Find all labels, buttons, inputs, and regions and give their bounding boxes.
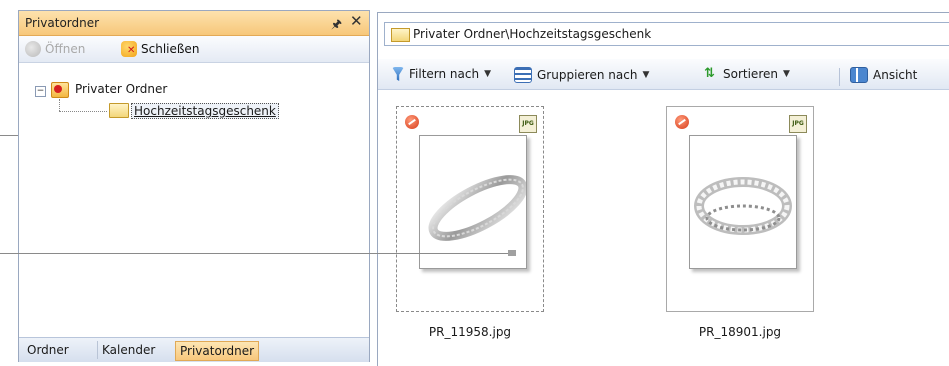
chevron-down-icon: ▼	[782, 69, 790, 79]
group-label: Gruppieren nach	[537, 68, 638, 82]
tab-calendar[interactable]: Kalender	[97, 341, 159, 359]
chevron-down-icon: ▼	[484, 69, 492, 79]
chevron-down-icon: ▼	[642, 70, 650, 80]
filter-icon	[392, 67, 404, 81]
path-text: Privater Ordner\Hochzeitstagsgeschenk	[413, 27, 652, 41]
tree-connector-horizontal	[59, 111, 107, 112]
filter-button[interactable]: Filtern nach ▼	[392, 67, 491, 81]
view-label: Ansicht	[873, 68, 918, 82]
toolbar-separator	[839, 68, 840, 86]
path-bar[interactable]: Privater Ordner\Hochzeitstagsgeschenk	[384, 22, 949, 46]
open-button[interactable]: Öffnen	[25, 41, 85, 57]
sort-label: Sortieren	[723, 67, 778, 81]
sort-button[interactable]: ⇅ Sortieren ▼	[704, 66, 790, 82]
thumbnail-item[interactable]: JPG PR_11958.jpg	[396, 106, 544, 339]
panel-toolbar: Öffnen Schließen	[19, 36, 369, 63]
close-icon[interactable]: ✕	[350, 12, 363, 30]
group-button[interactable]: Gruppieren nach ▼	[514, 67, 649, 83]
thumbnail-item[interactable]: JPG PR_18901.jpg	[666, 106, 814, 339]
panel-tabs: Ordner Kalender Privatordner	[19, 337, 369, 362]
ring-photo	[689, 135, 797, 269]
content-toolbar: Filtern nach ▼ Gruppieren nach ▼ ⇅ Sorti…	[378, 59, 949, 90]
jpg-file-icon: JPG	[789, 115, 807, 133]
close-folder-label: Schließen	[141, 42, 200, 56]
open-label: Öffnen	[45, 42, 86, 56]
filter-label: Filtern nach	[409, 67, 480, 81]
callout-marker-2	[508, 250, 516, 256]
group-icon	[514, 67, 532, 83]
thumbnail-caption: PR_11958.jpg	[428, 325, 512, 339]
ring-photo	[419, 135, 528, 269]
panel-title: Privatordner	[25, 16, 100, 30]
close-folder-icon	[121, 41, 137, 57]
collapse-toggle[interactable]: −	[35, 86, 46, 97]
open-icon	[25, 41, 41, 57]
view-button[interactable]: Ansicht	[850, 67, 917, 83]
tree-connector-vertical	[59, 99, 60, 111]
blocked-icon	[675, 115, 689, 129]
folder-content-panel: Privater Ordner\Hochzeitstagsgeschenk Fi…	[377, 12, 949, 366]
tab-folders[interactable]: Ordner	[23, 341, 73, 359]
folder-icon	[109, 103, 129, 118]
close-folder-button[interactable]: Schließen	[121, 41, 199, 57]
jpg-file-icon: JPG	[519, 115, 537, 133]
view-icon	[850, 67, 868, 83]
folder-icon	[391, 28, 410, 42]
ring-image	[694, 177, 792, 235]
pin-icon[interactable]: 🖈	[331, 15, 342, 36]
panel-title-bar: Privatordner 🖈 ✕	[19, 11, 369, 36]
private-folder-panel: Privatordner 🖈 ✕ Öffnen Schließen − Priv…	[18, 10, 370, 362]
tab-private-folder[interactable]: Privatordner	[175, 341, 260, 361]
blocked-icon	[405, 115, 419, 129]
callout-line-2	[0, 253, 512, 254]
ring-image	[428, 175, 528, 241]
tree-item-private-folder[interactable]: Privater Ordner	[75, 82, 167, 96]
sort-icon: ⇅	[704, 66, 715, 81]
folder-tree: − Privater Ordner Hochzeitstagsgeschenk	[19, 63, 369, 333]
tree-item-anniversary-gift[interactable]: Hochzeitstagsgeschenk	[131, 103, 279, 119]
thumbnail-caption: PR_18901.jpg	[698, 325, 782, 339]
private-folder-icon	[51, 82, 69, 98]
